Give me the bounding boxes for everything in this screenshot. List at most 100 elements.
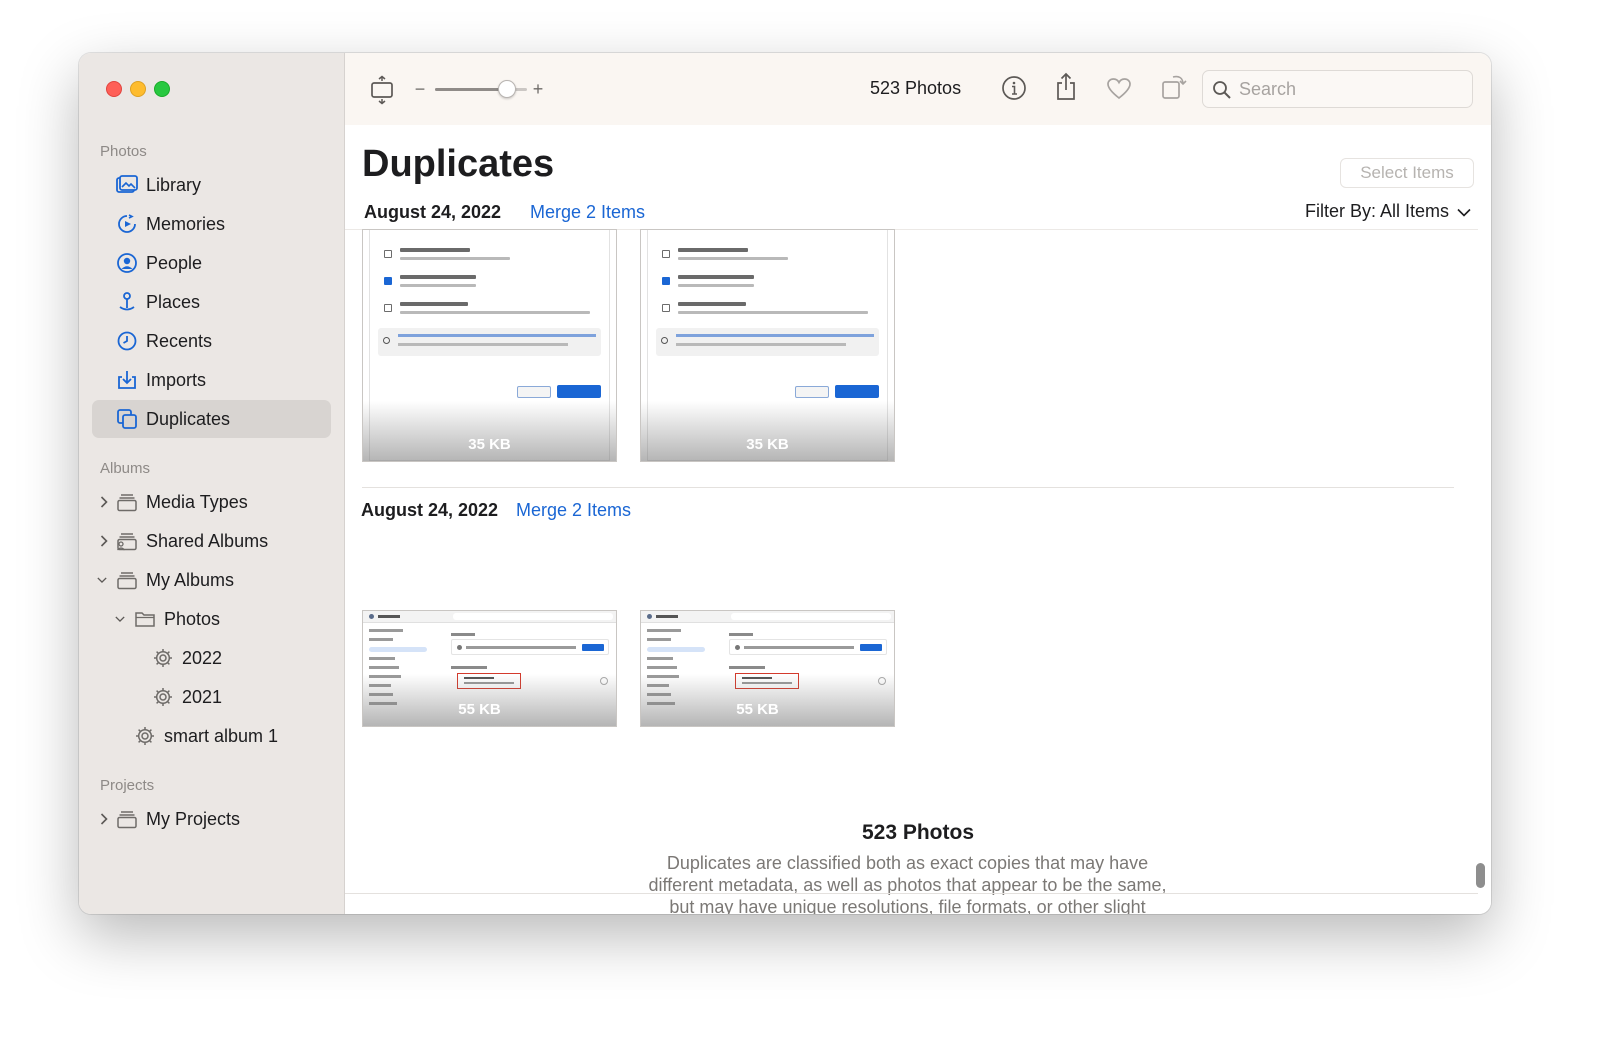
sidebar-item-label: My Albums [146,569,235,590]
sidebar-item-label: Media Types [146,491,248,512]
smart-album-gear-icon [152,647,174,669]
heart-icon[interactable] [1106,77,1132,101]
section-label-photos: Photos [100,143,147,160]
toolbar: − + 523 Photos [345,53,1491,125]
zoom-slider-knob[interactable] [497,80,516,98]
sidebar-item-label: Recents [146,330,213,351]
duplicate-thumbnail[interactable]: 55 KB [640,610,895,727]
group-date: August 24, 2022 [364,202,502,222]
places-icon [116,291,138,313]
preview-row [658,301,877,326]
recents-icon [116,330,138,352]
close-button[interactable] [106,81,122,97]
duplicate-thumbnail[interactable]: 55 KB [362,610,617,727]
zoom-slider[interactable] [435,79,527,99]
group-date: August 24, 2022 [361,500,499,520]
sidebar-item-media-types[interactable]: Media Types [92,483,331,521]
sidebar-item-library[interactable]: Library [92,166,331,204]
merge-items-link[interactable]: Merge 2 Items [516,500,631,521]
sidebar-item-label: Shared Albums [146,530,269,551]
file-size-label: 35 KB [746,436,789,453]
section-label-albums: Albums [100,460,151,477]
sidebar-item-label: My Projects [146,808,241,829]
sidebar-item-smart-album-1[interactable]: smart album 1 [92,717,331,755]
footer-description: Duplicates are classified both as exact … [648,853,1167,914]
zoom-in-button[interactable]: + [531,77,545,101]
sidebar-item-label: Places [146,291,201,312]
photos-window: Photos Library Memories People Places Re… [79,53,1491,914]
chevron-right-icon[interactable] [99,812,109,826]
sidebar-item-label: Duplicates [146,408,231,429]
sidebar-item-photos-folder[interactable]: Photos [92,600,331,638]
smart-album-gear-icon [152,686,174,708]
sidebar-item-2021[interactable]: 2021 [92,678,331,716]
photo-count: 523 Photos [870,78,962,98]
imports-icon [116,369,138,391]
memories-icon [116,213,138,235]
sidebar-item-recents[interactable]: Recents [92,322,331,360]
preview-row [380,301,599,326]
main-content: Duplicates Select Items August 24, 2022 … [345,125,1491,914]
chevron-down-icon [1457,201,1471,222]
sidebar-item-my-albums[interactable]: My Albums [92,561,331,599]
filter-label: Filter By: All Items [1304,201,1449,221]
preview-row [380,274,599,299]
chevron-right-icon[interactable] [99,534,109,548]
sidebar-item-label: 2021 [182,686,223,707]
sidebar-item-shared-albums[interactable]: Shared Albums [92,522,331,560]
rotate-icon[interactable] [1160,71,1188,101]
sidebar-item-imports[interactable]: Imports [92,361,331,399]
preview-row [658,247,877,272]
select-items-button[interactable]: Select Items [1340,158,1474,188]
sidebar-item-label: Imports [146,369,207,390]
sidebar-item-label: People [146,252,203,273]
duplicate-thumbnail[interactable]: 35 KB [640,229,895,462]
vertical-scrollbar[interactable] [1476,863,1485,888]
preview-row [658,274,877,299]
group-divider [362,487,1454,488]
sidebar-item-label: Photos [164,608,221,629]
sidebar-item-places[interactable]: Places [92,283,331,321]
duplicate-thumbnail[interactable]: 35 KB [362,229,617,462]
sidebar-item-people[interactable]: People [92,244,331,282]
page-title: Duplicates [362,143,555,185]
sidebar-item-label: Memories [146,213,226,234]
sidebar-item-label: Library [146,174,202,195]
smart-album-gear-icon [134,725,156,747]
search-field[interactable] [1202,70,1473,108]
zoom-button[interactable] [154,81,170,97]
sidebar-item-label: smart album 1 [164,725,279,746]
preview-info-box [378,328,601,356]
info-icon[interactable] [1001,75,1027,101]
people-icon [116,252,138,274]
footer-photo-count: 523 Photos [861,821,975,844]
share-icon[interactable] [1054,72,1078,102]
chevron-down-icon[interactable] [115,612,125,626]
filter-dropdown[interactable]: Filter By: All Items [1305,201,1471,222]
folder-icon [134,608,156,630]
merge-items-link[interactable]: Merge 2 Items [530,202,645,223]
preview-row [380,247,599,272]
shared-album-icon [116,530,138,552]
sidebar-item-memories[interactable]: Memories [92,205,331,243]
section-label-projects: Projects [100,777,155,794]
album-stack-icon [116,491,138,513]
search-input[interactable] [1239,79,1459,100]
fit-to-window-icon[interactable] [369,75,395,105]
file-size-label: 55 KB [458,701,501,718]
album-stack-icon [116,808,138,830]
duplicates-icon [116,408,138,430]
sidebar-item-2022[interactable]: 2022 [92,639,331,677]
zoom-out-button[interactable]: − [413,77,427,101]
zoom-slider-fill [435,88,507,91]
chevron-down-icon[interactable] [97,573,107,587]
file-size-label: 55 KB [736,701,779,718]
sidebar-item-duplicates[interactable]: Duplicates [92,400,331,438]
chevron-right-icon[interactable] [99,495,109,509]
sidebar-item-label: 2022 [182,647,223,668]
file-size-label: 35 KB [468,436,511,453]
minimize-button[interactable] [130,81,146,97]
sidebar-item-my-projects[interactable]: My Projects [92,800,331,838]
preview-info-box [656,328,879,356]
bottom-divider [345,893,1478,894]
